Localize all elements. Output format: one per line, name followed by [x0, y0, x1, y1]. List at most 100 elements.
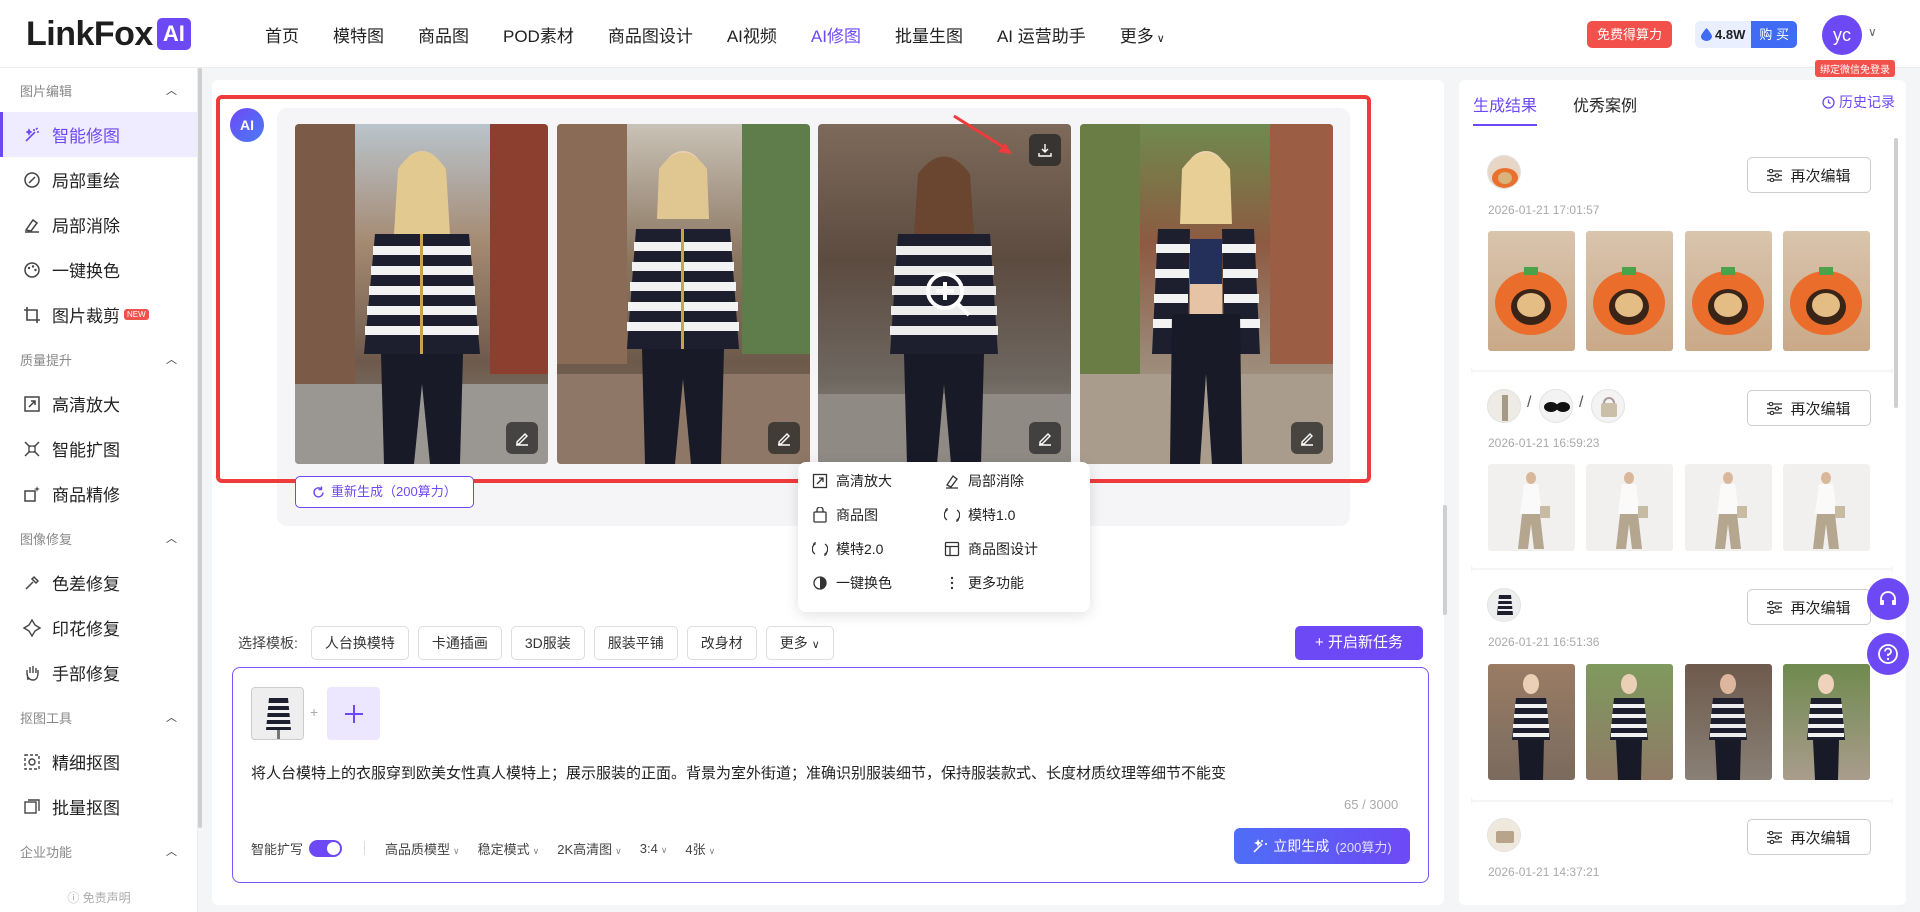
sidebar-item-print-fix[interactable]: 印花修复 — [0, 605, 197, 650]
history-link[interactable]: 历史记录 — [1822, 92, 1895, 112]
free-points-button[interactable]: 免费得算力 — [1587, 21, 1673, 48]
entry-thumb[interactable] — [1586, 664, 1673, 780]
sidebar-item-color-fix[interactable]: 色差修复 — [0, 560, 197, 605]
customer-service-button[interactable] — [1867, 578, 1909, 620]
menu-item-erase[interactable]: 局部消除 — [944, 470, 1076, 492]
template-mannequin-to-model[interactable]: 人台换模特 — [310, 626, 409, 660]
sidebar-item-recolor[interactable]: 一键换色 — [0, 247, 197, 292]
edit-image-button[interactable] — [1029, 422, 1061, 454]
model-quality-select[interactable]: 高品质模型 ∨ — [385, 839, 460, 858]
sidebar-item-smart-retouch[interactable]: 智能修图 — [0, 112, 197, 157]
menu-item-model-1[interactable]: 模特1.0 — [944, 504, 1076, 526]
result-image-3[interactable] — [818, 124, 1071, 464]
zoom-in-icon[interactable] — [923, 269, 973, 324]
resolution-select[interactable]: 2K高清图 ∨ — [557, 839, 622, 858]
reedit-button[interactable]: 再次编辑 — [1747, 819, 1871, 855]
palette-icon — [22, 260, 42, 280]
sidebar-item-batch-matting[interactable]: 批量抠图 — [0, 784, 197, 829]
entry-thumb[interactable] — [1685, 464, 1772, 551]
prompt-input[interactable]: 将人台模特上的衣服穿到欧美女性真人模特上；展示服装的正面。背景为室外街道；准确识… — [251, 762, 1226, 783]
nav-home[interactable]: 首页 — [248, 22, 316, 47]
entry-thumb[interactable] — [1685, 231, 1772, 351]
edit-image-button[interactable] — [1291, 422, 1323, 454]
reedit-label: 再次编辑 — [1790, 829, 1851, 847]
sidebar-item-hand-fix[interactable]: 手部修复 — [0, 650, 197, 695]
sidebar-scrollbar[interactable] — [198, 68, 202, 828]
sidebar-item-crop[interactable]: 图片裁剪 NEW — [0, 292, 197, 337]
template-cartoon[interactable]: 卡通插画 — [417, 626, 502, 660]
sidebar-item-local-erase[interactable]: 局部消除 — [0, 202, 197, 247]
bind-wechat-tip[interactable]: 绑定微信免登录 — [1815, 60, 1895, 77]
uploaded-garment-thumb[interactable] — [251, 687, 304, 740]
edit-image-button[interactable] — [506, 422, 538, 454]
entry-thumb[interactable] — [1783, 464, 1870, 551]
nav-more[interactable]: 更多 ∨ — [1103, 22, 1182, 47]
clock-icon — [1822, 95, 1835, 109]
menu-item-more[interactable]: 更多功能 — [944, 572, 1076, 594]
nav-ai-assistant[interactable]: AI 运营助手 — [980, 22, 1103, 47]
nav-ai-retouch[interactable]: AI修图 — [794, 22, 878, 47]
avatar[interactable]: yc — [1822, 15, 1862, 55]
menu-item-product-image[interactable]: 商品图 — [812, 504, 944, 526]
entry-thumb[interactable] — [1586, 231, 1673, 351]
nav-model-image[interactable]: 模特图 — [316, 22, 401, 47]
tab-featured-cases[interactable]: 优秀案例 — [1573, 92, 1637, 126]
result-image-2[interactable] — [557, 124, 810, 464]
help-button[interactable] — [1867, 633, 1909, 675]
sidebar-item-upscale[interactable]: 高清放大 — [0, 381, 197, 426]
buy-button[interactable]: 购 买 — [1751, 21, 1797, 48]
chevron-down-icon: ∨ — [615, 845, 622, 856]
template-3d-clothing[interactable]: 3D服装 — [510, 626, 585, 660]
sidebar-item-local-redraw[interactable]: 局部重绘 — [0, 157, 197, 202]
smart-expand-toggle[interactable] — [309, 839, 343, 857]
menu-item-model-2[interactable]: 模特2.0 — [812, 538, 944, 560]
template-more[interactable]: 更多 ∨ — [765, 626, 834, 660]
sidebar-section-quality[interactable]: 质量提升 ︿ — [0, 337, 197, 381]
menu-item-recolor[interactable]: 一键换色 — [812, 572, 944, 594]
template-body-shape[interactable]: 改身材 — [686, 626, 757, 660]
regenerate-button[interactable]: 重新生成（200算力） — [295, 476, 474, 508]
menu-item-upscale[interactable]: 高清放大 — [812, 470, 944, 492]
sidebar-item-expand[interactable]: 智能扩图 — [0, 426, 197, 471]
sidebar-section-repair[interactable]: 图像修复 ︿ — [0, 516, 197, 560]
new-task-button[interactable]: + 开启新任务 — [1295, 626, 1423, 660]
disclaimer-link[interactable]: ⓘ 免责声明 — [0, 889, 198, 906]
sidebar-item-fine-matting[interactable]: 精细抠图 — [0, 739, 197, 784]
nav-pod[interactable]: POD素材 — [486, 22, 591, 47]
generate-button[interactable]: 立即生成 (200算力) — [1234, 828, 1410, 864]
logo[interactable]: LinkFox AI — [26, 15, 191, 53]
entry-thumb[interactable] — [1488, 464, 1575, 551]
main-scrollbar[interactable] — [1443, 505, 1447, 615]
nav-ai-video[interactable]: AI视频 — [710, 22, 794, 47]
download-icon — [1038, 144, 1052, 157]
chevron-down-icon[interactable]: ∨ — [1868, 25, 1877, 39]
result-image-1[interactable] — [295, 124, 548, 464]
add-image-button[interactable] — [327, 687, 380, 740]
count-select[interactable]: 4张 ∨ — [685, 839, 715, 858]
entry-thumb[interactable] — [1488, 231, 1575, 351]
entry-thumb[interactable] — [1488, 664, 1575, 780]
nav-product-design[interactable]: 商品图设计 — [591, 22, 710, 47]
result-image-4[interactable] — [1080, 124, 1333, 464]
nav-product-image[interactable]: 商品图 — [401, 22, 486, 47]
reedit-button[interactable]: 再次编辑 — [1747, 589, 1871, 625]
sidebar-section-enterprise[interactable]: 企业功能 ︿ — [0, 829, 197, 873]
template-flat-lay[interactable]: 服装平铺 — [593, 626, 678, 660]
results-scrollbar[interactable] — [1894, 138, 1898, 408]
reedit-button[interactable]: 再次编辑 — [1747, 390, 1871, 426]
nav-batch[interactable]: 批量生图 — [878, 22, 980, 47]
entry-thumb[interactable] — [1783, 231, 1870, 351]
entry-thumb[interactable] — [1783, 664, 1870, 780]
sidebar-section-edit[interactable]: 图片编辑 ︿ — [0, 68, 197, 112]
reedit-button[interactable]: 再次编辑 — [1747, 157, 1871, 193]
mode-select[interactable]: 稳定模式 ∨ — [478, 839, 540, 858]
tab-generated-results[interactable]: 生成结果 — [1473, 92, 1538, 126]
sidebar-item-product-refine[interactable]: 商品精修 — [0, 471, 197, 516]
menu-item-product-design[interactable]: 商品图设计 — [944, 538, 1076, 560]
ratio-select[interactable]: 3:4 ∨ — [640, 841, 668, 856]
sidebar-section-matting[interactable]: 抠图工具 ︿ — [0, 695, 197, 739]
download-button[interactable] — [1029, 134, 1061, 166]
entry-thumb[interactable] — [1685, 664, 1772, 780]
edit-image-button[interactable] — [768, 422, 800, 454]
entry-thumb[interactable] — [1586, 464, 1673, 551]
